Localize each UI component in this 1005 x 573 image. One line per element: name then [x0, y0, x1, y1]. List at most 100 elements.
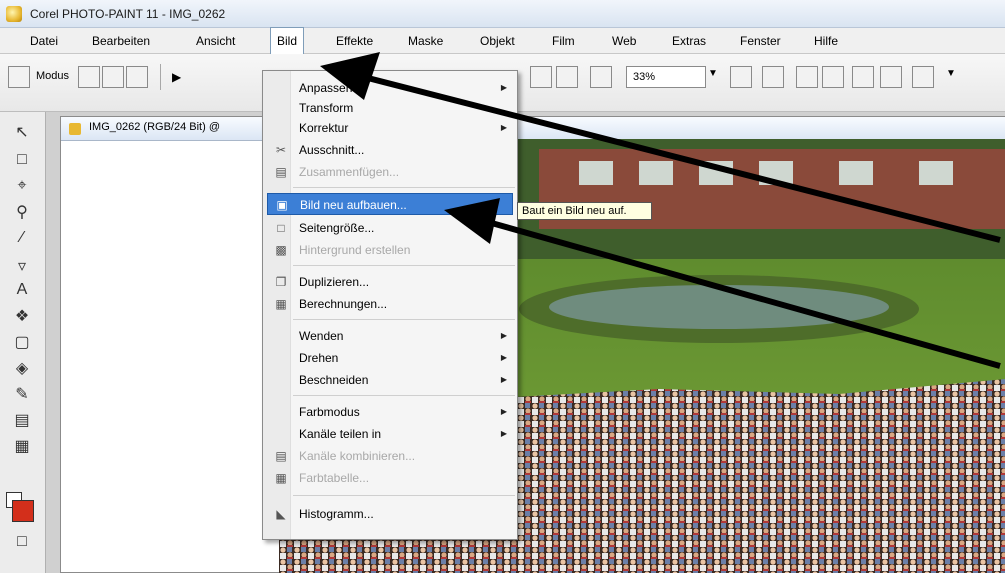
submenu-arrow-icon: ▶	[500, 123, 507, 132]
background-icon: ▩	[275, 243, 287, 257]
menu-separator	[293, 395, 515, 396]
new-document-icon[interactable]	[8, 66, 30, 88]
mask-icon[interactable]	[852, 66, 874, 88]
redo-icon[interactable]	[556, 66, 578, 88]
effects-icon[interactable]	[822, 66, 844, 88]
rectangle-mask-icon[interactable]: □	[8, 148, 36, 172]
menu-item-beschneiden[interactable]: Beschneiden ▶	[263, 369, 517, 391]
workspace: IMG_0262 (RGB/24 Bit) @	[46, 112, 1005, 573]
image-adjust-icon[interactable]	[796, 66, 818, 88]
menu-separator	[293, 495, 515, 496]
image-sprayer-icon[interactable]: ▦	[8, 434, 36, 458]
brush-icon[interactable]	[762, 66, 784, 88]
script-icon[interactable]	[912, 66, 934, 88]
resample-icon: ▣	[276, 198, 288, 212]
menu-bild[interactable]: Bild	[270, 27, 305, 54]
submenu-arrow-icon: ▶	[500, 429, 507, 438]
zoom-tool-icon[interactable]: ⚲	[8, 200, 36, 224]
document-title: IMG_0262 (RGB/24 Bit) @	[89, 121, 220, 133]
title-bar: Corel PHOTO-PAINT 11 - IMG_0262	[0, 0, 1005, 28]
object-icon[interactable]	[880, 66, 902, 88]
menu-maske[interactable]: Maske	[402, 28, 449, 54]
menu-item-kanaele-kombinieren: ▤ Kanäle kombinieren...	[263, 445, 517, 467]
menu-item-farbtabelle: ▦ Farbtabelle...	[263, 467, 517, 489]
menu-item-label: Seitengröße...	[299, 221, 375, 235]
submenu-arrow-icon: ▶	[500, 407, 507, 416]
zoom-level-select[interactable]: 33%	[626, 66, 706, 88]
toolbar-separator	[160, 64, 161, 90]
menu-bar: Datei Bearbeiten Ansicht Bild Effekte Ma…	[0, 27, 1005, 54]
menu-item-transform[interactable]: Transform	[263, 97, 517, 119]
histogram-icon: ◣	[276, 507, 286, 521]
menu-objekt[interactable]: Objekt	[474, 28, 521, 54]
menu-item-label: Korrektur	[299, 121, 349, 135]
menu-item-ausschnitt[interactable]: ✂ Ausschnitt...	[263, 139, 517, 161]
eraser-icon[interactable]: ▿	[8, 254, 36, 278]
menu-item-wenden[interactable]: Wenden ▶	[263, 325, 517, 347]
text-tool-icon[interactable]: A	[8, 278, 36, 302]
menu-effekte[interactable]: Effekte	[330, 28, 379, 54]
menu-item-label: Transform	[299, 101, 354, 115]
menu-separator	[293, 319, 515, 320]
menu-item-seitengroesse[interactable]: □ Seitengröße...	[263, 217, 517, 239]
save-icon[interactable]	[590, 66, 612, 88]
document-window: IMG_0262 (RGB/24 Bit) @	[60, 116, 1005, 573]
menu-item-kanaele-teilen[interactable]: Kanäle teilen in ▶	[263, 423, 517, 445]
shape-tool-icon[interactable]: ▢	[8, 330, 36, 354]
menu-bearbeiten[interactable]: Bearbeiten	[86, 28, 156, 54]
submenu-arrow-icon: ▶	[500, 331, 507, 340]
duplicate-icon: ❐	[275, 275, 287, 289]
menu-item-drehen[interactable]: Drehen ▶	[263, 347, 517, 369]
submenu-arrow-icon: ▶	[500, 83, 507, 92]
color-table-icon: ▦	[275, 471, 287, 485]
crop-tool-icon[interactable]: ⌖	[8, 174, 36, 198]
calculations-icon: ▦	[275, 297, 287, 311]
menu-extras[interactable]: Extras	[666, 28, 712, 54]
chevron-down-icon[interactable]: ▼	[946, 68, 956, 79]
chevron-down-icon[interactable]: ▼	[708, 68, 718, 79]
menu-web[interactable]: Web	[606, 28, 642, 54]
eyedropper-icon[interactable]: ∕	[8, 226, 36, 250]
menu-item-korrektur[interactable]: Korrektur ▶	[263, 117, 517, 139]
play-icon[interactable]: ▶	[172, 66, 194, 88]
menu-item-berechnungen[interactable]: ▦ Berechnungen...	[263, 293, 517, 315]
stitch-icon: ▤	[275, 165, 287, 179]
fill-color-swatch[interactable]	[12, 500, 34, 522]
menu-item-label: Farbmodus	[299, 405, 360, 419]
color-picker-icon[interactable]	[730, 66, 752, 88]
menu-item-label: Kanäle kombinieren...	[299, 449, 416, 463]
menu-item-label: Farbtabelle...	[299, 471, 370, 485]
mode-subtract-icon[interactable]	[126, 66, 148, 88]
pick-tool-icon[interactable]: ↖	[8, 120, 36, 144]
menu-datei[interactable]: Datei	[24, 28, 64, 54]
menu-item-label: Zusammenfügen...	[299, 165, 400, 179]
paper-size-icon: □	[277, 221, 285, 235]
red-eye-icon[interactable]: ❖	[8, 304, 36, 328]
menu-item-histogramm[interactable]: ◣ Histogramm...	[263, 503, 517, 525]
menu-item-label: Beschneiden	[299, 373, 369, 387]
effect-tool-icon[interactable]: ▤	[8, 408, 36, 432]
mode-replace-icon[interactable]	[78, 66, 100, 88]
menu-film[interactable]: Film	[546, 28, 581, 54]
bild-menu-dropdown: Anpassen ▶ Transform Korrektur ▶ ✂ Aussc…	[262, 70, 518, 540]
mode-add-icon[interactable]	[102, 66, 124, 88]
menu-fenster[interactable]: Fenster	[734, 28, 787, 54]
menu-item-label: Duplizieren...	[299, 275, 370, 289]
menu-item-anpassen[interactable]: Anpassen ▶	[263, 77, 517, 99]
menu-item-label: Bild neu aufbauen...	[300, 198, 407, 212]
menu-item-bild-neu-aufbauen[interactable]: ▣ Bild neu aufbauen...	[267, 193, 513, 215]
menu-item-label: Berechnungen...	[299, 297, 388, 311]
undo-icon[interactable]	[530, 66, 552, 88]
paper-color-icon[interactable]: □	[8, 530, 36, 554]
document-tab[interactable]: IMG_0262 (RGB/24 Bit) @	[61, 117, 1005, 141]
fill-tool-icon[interactable]: ◈	[8, 356, 36, 380]
menu-item-hintergrund-erstellen: ▩ Hintergrund erstellen	[263, 239, 517, 261]
combine-channels-icon: ▤	[275, 449, 287, 463]
menu-hilfe[interactable]: Hilfe	[808, 28, 844, 54]
paint-tool-icon[interactable]: ✎	[8, 382, 36, 406]
menu-ansicht[interactable]: Ansicht	[190, 28, 241, 54]
menu-separator	[293, 187, 515, 188]
menu-item-farbmodus[interactable]: Farbmodus ▶	[263, 401, 517, 423]
menu-item-duplizieren[interactable]: ❐ Duplizieren...	[263, 271, 517, 293]
menu-item-zusammenfuegen: ▤ Zusammenfügen...	[263, 161, 517, 183]
